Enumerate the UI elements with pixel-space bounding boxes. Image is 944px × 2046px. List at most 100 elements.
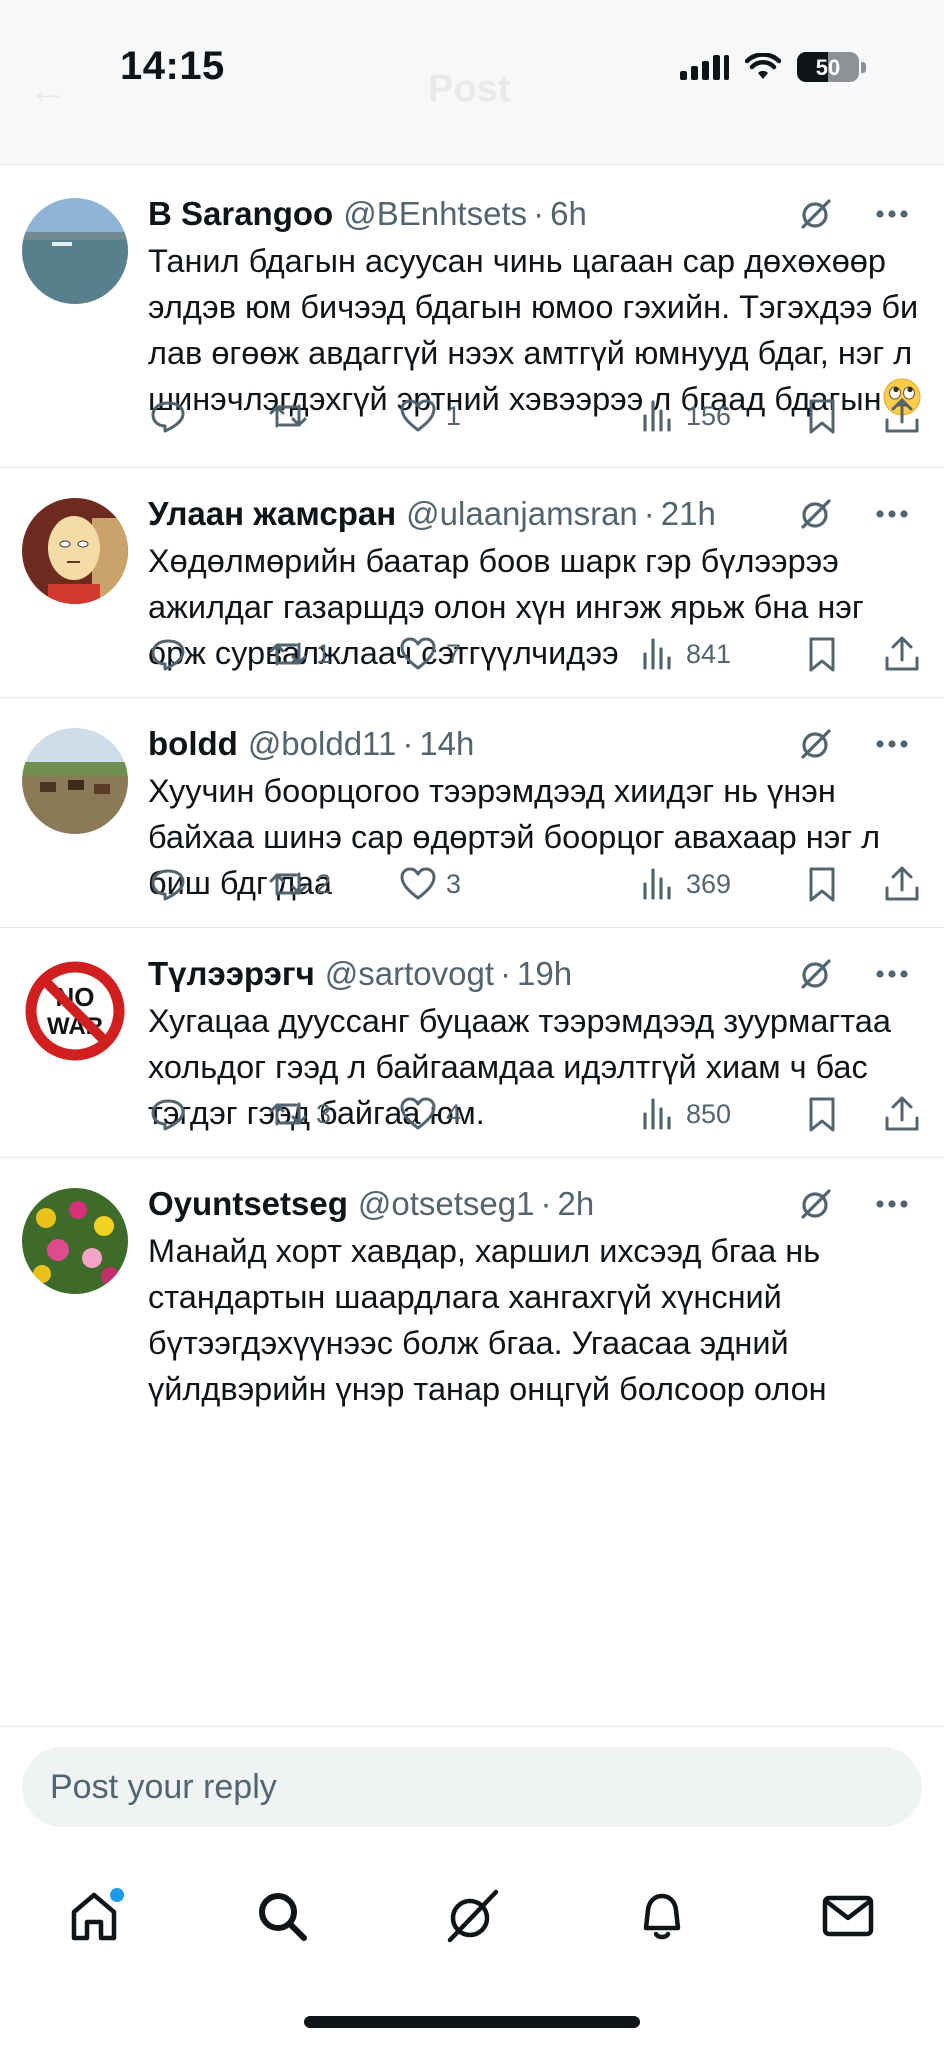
heart-icon (400, 637, 436, 670)
heart-icon (400, 1097, 436, 1130)
nav-grok[interactable] (432, 1876, 512, 1956)
reply-icon (151, 639, 185, 671)
bookmark-button[interactable] (802, 858, 842, 910)
share-button[interactable] (882, 1088, 922, 1140)
tweet-header: Түлээрэгч @sartovogt · 19h (148, 952, 914, 996)
author-handle[interactable]: @BEnhtsets (343, 195, 527, 233)
grok-icon[interactable] (794, 1182, 838, 1226)
views-button[interactable]: 156 (638, 390, 731, 442)
grok-icon[interactable] (794, 722, 838, 766)
notifications-icon (643, 1893, 681, 1940)
tweet-text: Манайд хорт хавдар, харшил ихсээд бгаа н… (148, 1233, 827, 1407)
avatar[interactable] (22, 498, 128, 604)
like-button[interactable]: 3 (398, 858, 461, 910)
views-icon (643, 638, 671, 670)
bookmark-icon (809, 867, 835, 902)
wifi-icon (745, 53, 781, 79)
reply-tweet[interactable]: B Sarangoo @BEnhtsets · 6h Танил бдагын … (0, 168, 944, 468)
reply-icon (151, 1099, 185, 1131)
repost-count: 1 (316, 638, 332, 669)
reply-icon (151, 401, 185, 433)
view-count: 850 (686, 1098, 732, 1129)
more-options-icon[interactable] (870, 492, 914, 536)
nav-messages[interactable] (808, 1876, 888, 1956)
reply-tweet[interactable]: boldd @boldd11 · 14h Хуучин боорцогоо тэ… (0, 698, 944, 928)
repost-icon (269, 1102, 307, 1126)
reply-button[interactable] (148, 628, 196, 680)
avatar[interactable] (22, 728, 128, 834)
timestamp[interactable]: 2h (558, 1185, 595, 1223)
bookmark-button[interactable] (802, 1088, 842, 1140)
grok-icon[interactable] (794, 192, 838, 236)
reply-bar (0, 1726, 944, 1846)
like-button[interactable]: 7 (398, 628, 461, 680)
author-name[interactable]: Oyuntsetseg (148, 1185, 348, 1223)
author-handle[interactable]: @otsetseg1 (358, 1185, 535, 1223)
reply-button[interactable] (148, 390, 196, 442)
back-arrow-icon[interactable]: ← (28, 68, 68, 113)
more-options-icon[interactable] (870, 1182, 914, 1226)
search-icon (259, 1893, 307, 1941)
repost-button[interactable]: 2 (268, 858, 331, 910)
views-button[interactable]: 850 (638, 1088, 731, 1140)
repost-button[interactable]: 3 (268, 1088, 331, 1140)
like-count: 3 (446, 868, 462, 899)
avatar[interactable]: NO WAR (22, 958, 128, 1064)
views-button[interactable]: 841 (638, 628, 731, 680)
like-button[interactable]: 1 (398, 390, 461, 442)
author-name[interactable]: Түлээрэгч (148, 955, 315, 993)
reply-tweet[interactable]: Oyuntsetseg @otsetseg1 · 2h Манайд хорт … (0, 1158, 944, 1458)
reply-button[interactable] (148, 1088, 196, 1140)
nav-notifications[interactable] (622, 1876, 702, 1956)
share-button[interactable] (882, 628, 922, 680)
author-handle[interactable]: @sartovogt (325, 955, 494, 993)
timestamp[interactable]: 21h (661, 495, 716, 533)
timestamp[interactable]: 6h (550, 195, 587, 233)
repost-icon (269, 404, 307, 428)
more-options-icon[interactable] (870, 722, 914, 766)
bookmark-button[interactable] (802, 628, 842, 680)
nav-home[interactable] (54, 1876, 134, 1956)
author-handle[interactable]: @ulaanjamsran (406, 495, 638, 533)
battery-icon: 50 (797, 52, 859, 82)
like-count: 1 (446, 400, 462, 431)
page-title: Post (428, 68, 511, 110)
author-name[interactable]: boldd (148, 725, 238, 763)
avatar[interactable] (22, 1188, 128, 1294)
repost-button[interactable] (268, 390, 316, 442)
replies-feed[interactable]: B Sarangoo @BEnhtsets · 6h Танил бдагын … (0, 168, 944, 1726)
reply-tweet[interactable]: NO WAR Түлээрэгч @sartovogt · 19h Хугаца… (0, 928, 944, 1158)
author-name[interactable]: Улаан жамсран (148, 495, 396, 533)
author-name[interactable]: B Sarangoo (148, 195, 333, 233)
status-icons: 50 (680, 52, 866, 82)
timestamp[interactable]: 19h (517, 955, 572, 993)
reply-tweet[interactable]: Улаан жамсран @ulaanjamsran · 21h Хөдөлм… (0, 468, 944, 698)
repost-button[interactable]: 1 (268, 628, 331, 680)
views-icon (643, 868, 671, 900)
heart-icon (400, 867, 436, 900)
author-handle[interactable]: @boldd11 (248, 725, 397, 763)
like-button[interactable]: 4 (398, 1088, 461, 1140)
grok-icon[interactable] (794, 492, 838, 536)
avatar[interactable] (22, 198, 128, 304)
reply-button[interactable] (148, 858, 196, 910)
repost-icon (269, 872, 307, 896)
nav-search[interactable] (242, 1876, 322, 1956)
tweet-header: B Sarangoo @BEnhtsets · 6h (148, 192, 914, 236)
heart-icon (400, 399, 436, 432)
share-icon (885, 398, 919, 433)
more-options-icon[interactable] (870, 952, 914, 996)
share-button[interactable] (882, 858, 922, 910)
views-button[interactable]: 369 (638, 858, 731, 910)
battery-tip (861, 61, 866, 73)
tweet-header: Oyuntsetseg @otsetseg1 · 2h (148, 1182, 914, 1226)
status-bar: ← Post 14:15 50 (0, 0, 944, 165)
more-options-icon[interactable] (870, 192, 914, 236)
grok-icon[interactable] (794, 952, 838, 996)
timestamp[interactable]: 14h (419, 725, 474, 763)
bookmark-button[interactable] (802, 390, 842, 442)
share-button[interactable] (882, 390, 922, 442)
bookmark-icon (809, 637, 835, 672)
grok-icon (447, 1889, 499, 1943)
reply-input[interactable] (22, 1747, 922, 1827)
